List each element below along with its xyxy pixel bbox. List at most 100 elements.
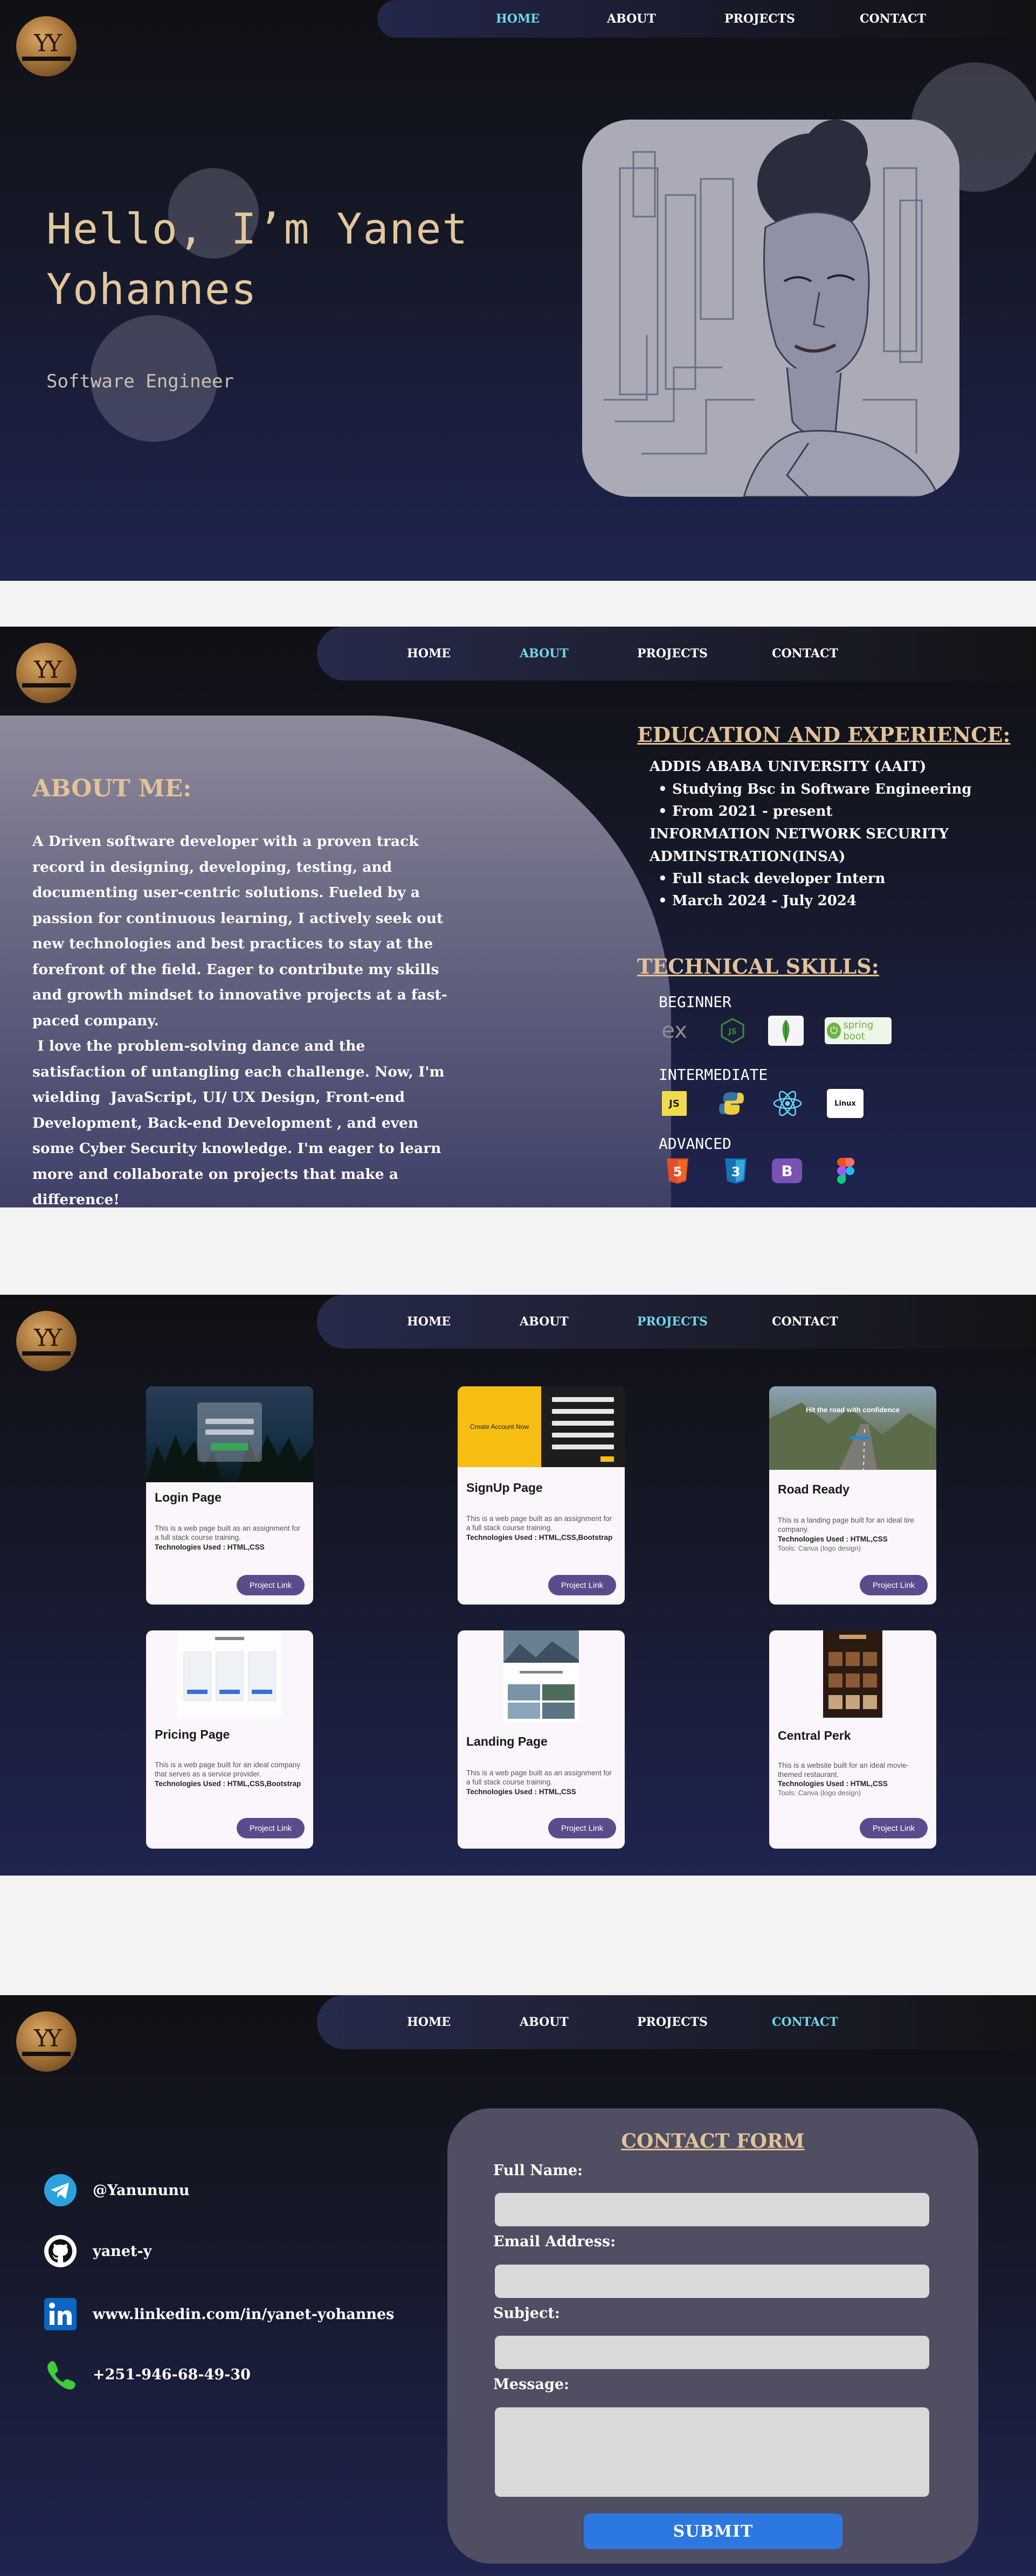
level-beginner: BEGINNER bbox=[659, 993, 731, 1011]
education-title: EDUCATION AND EXPERIENCE: bbox=[637, 723, 1011, 747]
project-card-signup: Create Account Now SignUp Page This is a… bbox=[458, 1386, 625, 1605]
telegram-icon bbox=[43, 2173, 78, 2207]
github-username: yanet-y bbox=[93, 2242, 152, 2260]
email-input[interactable] bbox=[495, 2265, 929, 2298]
project-title: Central Perk bbox=[778, 1728, 851, 1742]
home-section: YY HOME ABOUT PROJECTS CONTACT Hello, I’… bbox=[0, 0, 1036, 581]
logo[interactable]: YY bbox=[16, 16, 77, 77]
edu-item: March 2024 - July 2024 bbox=[658, 893, 857, 909]
about-title: ABOUT ME: bbox=[32, 775, 192, 802]
linux-icon: Linux bbox=[827, 1089, 864, 1118]
projects-section: YY HOME ABOUT PROJECTS CONTACT Login Pag… bbox=[0, 1295, 1036, 1876]
nav-projects[interactable]: PROJECTS bbox=[724, 12, 795, 26]
nav-projects[interactable]: PROJECTS bbox=[637, 647, 708, 661]
edu-org-aau: ADDIS ABABA UNIVERSITY (AAIT) bbox=[650, 759, 927, 775]
project-technologies: Technologies Used : HTML,CSS bbox=[778, 1535, 888, 1543]
navbar: HOME ABOUT PROJECTS CONTACT bbox=[317, 1995, 1036, 2049]
nav-contact[interactable]: CONTACT bbox=[772, 647, 838, 661]
project-technologies: Technologies Used : HTML,CSS bbox=[155, 1543, 265, 1551]
project-title: SignUp Page bbox=[466, 1481, 543, 1495]
nav-home[interactable]: HOME bbox=[496, 12, 540, 26]
nav-contact[interactable]: CONTACT bbox=[772, 2015, 838, 2029]
logo[interactable]: YY bbox=[16, 2011, 77, 2072]
contact-telegram[interactable]: @Yanununu bbox=[43, 2173, 189, 2207]
project-link-button[interactable]: Project Link bbox=[860, 1575, 928, 1595]
nav-projects[interactable]: PROJECTS bbox=[637, 2015, 708, 2029]
phone-icon bbox=[43, 2357, 78, 2392]
full-name-input[interactable] bbox=[495, 2193, 929, 2226]
project-link-button[interactable]: Project Link bbox=[548, 1818, 616, 1838]
nav-about[interactable]: ABOUT bbox=[520, 647, 569, 661]
figma-icon bbox=[830, 1157, 861, 1184]
project-technologies: Technologies Used : HTML,CSS bbox=[466, 1788, 576, 1796]
project-link-button[interactable]: Project Link bbox=[237, 1575, 305, 1595]
nav-home[interactable]: HOME bbox=[407, 1315, 451, 1329]
express-icon: ex bbox=[661, 1018, 687, 1043]
project-title: Login Page bbox=[155, 1490, 222, 1504]
project-card-login: Login Page This is a web page built as a… bbox=[146, 1386, 313, 1605]
project-card-landing: Landing Page This is a web page built as… bbox=[458, 1630, 625, 1849]
contact-github[interactable]: yanet-y bbox=[43, 2234, 151, 2268]
react-icon bbox=[772, 1090, 803, 1117]
linkedin-url: www.linkedin.com/in/yanet-yohannes bbox=[93, 2306, 395, 2323]
nav-about[interactable]: ABOUT bbox=[607, 12, 656, 26]
level-intermediate: INTERMEDIATE bbox=[659, 1066, 768, 1084]
project-thumbnail bbox=[146, 1386, 313, 1482]
logo[interactable]: YY bbox=[16, 643, 77, 703]
message-textarea[interactable] bbox=[495, 2407, 929, 2497]
signup-thumb-banner: Create Account Now bbox=[458, 1386, 541, 1467]
full-name-label: Full Name: bbox=[493, 2162, 583, 2179]
hero-greeting: Hello, I’m Yanet Yohannes bbox=[46, 199, 468, 320]
css3-icon: 3 bbox=[720, 1157, 751, 1184]
project-description: This is a web page built as an assignmen… bbox=[155, 1524, 301, 1542]
linkedin-icon bbox=[43, 2297, 78, 2331]
project-description: This is a web page built for an ideal co… bbox=[155, 1761, 301, 1778]
hero-role: Software Engineer bbox=[46, 371, 234, 392]
nav-home[interactable]: HOME bbox=[407, 647, 451, 661]
navbar: HOME ABOUT PROJECTS CONTACT bbox=[377, 0, 1036, 38]
project-card-central-perk: Central Perk This is a website built for… bbox=[769, 1630, 936, 1849]
spring-boot-label: spring boot bbox=[843, 1019, 874, 1042]
submit-button[interactable]: SUBMIT bbox=[584, 2513, 842, 2549]
about-section: YY HOME ABOUT PROJECTS CONTACT ABOUT ME:… bbox=[0, 627, 1036, 1207]
contact-phone[interactable]: +251-946-68-49-30 bbox=[43, 2357, 251, 2392]
nav-about[interactable]: ABOUT bbox=[520, 2015, 569, 2029]
project-thumbnail: Create Account Now bbox=[458, 1386, 625, 1467]
project-description: This is a web page built as an assignmen… bbox=[466, 1769, 612, 1786]
subject-label: Subject: bbox=[493, 2305, 560, 2322]
skills-title: TECHNICAL SKILLS: bbox=[637, 954, 879, 978]
project-technologies: Technologies Used : HTML,CSS bbox=[778, 1780, 888, 1788]
logo[interactable]: YY bbox=[16, 1311, 77, 1371]
project-description: This is a landing page built for an idea… bbox=[778, 1516, 914, 1533]
message-label: Message: bbox=[493, 2376, 569, 2393]
portrait-illustration bbox=[582, 120, 959, 497]
svg-text:JS: JS bbox=[728, 1027, 736, 1036]
nav-projects[interactable]: PROJECTS bbox=[637, 1315, 708, 1329]
project-title: Road Ready bbox=[778, 1482, 849, 1496]
nav-home[interactable]: HOME bbox=[407, 2015, 451, 2029]
nav-contact[interactable]: CONTACT bbox=[772, 1315, 838, 1329]
contact-form-title: CONTACT FORM bbox=[621, 2130, 805, 2153]
edu-org-insa-line1: INFORMATION NETWORK SECURITY bbox=[650, 826, 949, 842]
contact-linkedin[interactable]: www.linkedin.com/in/yanet-yohannes bbox=[43, 2297, 394, 2331]
bootstrap-icon: B bbox=[772, 1158, 802, 1183]
project-link-button[interactable]: Project Link bbox=[548, 1575, 616, 1595]
edu-item: From 2021 - present bbox=[658, 803, 832, 820]
project-title: Pricing Page bbox=[155, 1727, 230, 1741]
edu-org-insa-line2: ADMINSTRATION(INSA) bbox=[650, 849, 846, 865]
level-advanced: ADVANCED bbox=[659, 1135, 731, 1152]
css3-glyph: 3 bbox=[731, 1164, 741, 1179]
project-link-button[interactable]: Project Link bbox=[860, 1818, 928, 1838]
hero-greeting-line2: Yohannes bbox=[46, 266, 258, 314]
logo-monogram: YY bbox=[33, 656, 62, 684]
logo-monogram: YY bbox=[33, 1324, 62, 1352]
project-link-button[interactable]: Project Link bbox=[237, 1818, 305, 1838]
navbar: HOME ABOUT PROJECTS CONTACT bbox=[317, 627, 1036, 681]
project-description: This is a web page built as an assignmen… bbox=[466, 1515, 612, 1532]
nodejs-icon: JS bbox=[717, 1017, 748, 1044]
nav-contact[interactable]: CONTACT bbox=[860, 12, 926, 26]
nav-about[interactable]: ABOUT bbox=[520, 1315, 569, 1329]
edu-item: Studying Bsc in Software Engineering bbox=[658, 781, 972, 797]
subject-input[interactable] bbox=[495, 2336, 929, 2369]
logo-monogram: YY bbox=[33, 2025, 62, 2052]
